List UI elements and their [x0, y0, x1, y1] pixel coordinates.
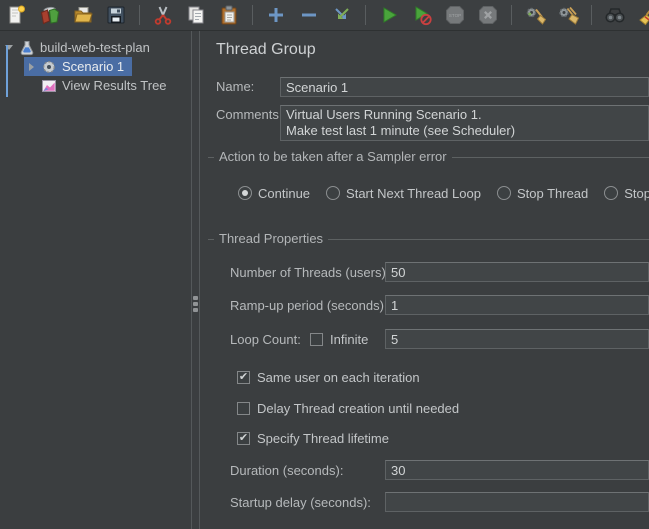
open-icon — [72, 4, 94, 26]
loop-count-label: Loop Count: — [230, 330, 301, 350]
delay-thread-creation-checkbox[interactable] — [237, 402, 250, 415]
toolbar-separator — [365, 5, 366, 25]
same-user-checkbox[interactable] — [237, 371, 250, 384]
cut-button[interactable] — [152, 4, 174, 26]
open-button[interactable] — [72, 4, 94, 26]
tree-item-label: Scenario 1 — [62, 59, 124, 74]
thread-group-panel: Thread Group Name: Comments: Virtual Use… — [200, 31, 649, 529]
comments-input[interactable]: Virtual Users Running Scenario 1. Make t… — [280, 105, 649, 141]
stop-test-radio[interactable]: Stop Test — [604, 186, 649, 201]
paste-button[interactable] — [218, 4, 240, 26]
reset-search-broom-icon — [637, 4, 649, 26]
splitter-grip-icon[interactable] — [193, 294, 198, 314]
jmeter-window: STOP ? 00:00:00 build-web-test-plan Scen… — [0, 0, 649, 529]
new-file-button[interactable] — [6, 4, 28, 26]
ramp-up-label: Ramp-up period (seconds): — [230, 296, 388, 316]
new-file-icon — [6, 4, 28, 26]
num-threads-input[interactable] — [385, 262, 649, 282]
plus-icon — [265, 4, 287, 26]
name-input[interactable] — [280, 77, 649, 97]
save-button[interactable] — [105, 4, 127, 26]
start-no-timers-icon — [411, 4, 433, 26]
page-title: Thread Group — [216, 41, 316, 59]
infinite-checkbox[interactable] — [310, 333, 323, 346]
radio-icon[interactable] — [604, 186, 618, 200]
minus-icon — [298, 4, 320, 26]
delay-thread-creation-row[interactable]: Delay Thread creation until needed — [237, 398, 459, 418]
copy-icon — [185, 4, 207, 26]
expand-all-button[interactable] — [265, 4, 287, 26]
templates-button[interactable] — [39, 4, 61, 26]
thread-properties-groupbox: Thread Properties — [208, 239, 649, 240]
test-plan-flask-icon — [19, 40, 35, 56]
toolbar-separator — [591, 5, 592, 25]
toolbar-separator — [139, 5, 140, 25]
specify-lifetime-checkbox[interactable] — [237, 432, 250, 445]
start-button[interactable] — [378, 4, 400, 26]
comments-label: Comments: — [216, 105, 282, 125]
ramp-up-input[interactable] — [385, 295, 649, 315]
toolbar-separator — [252, 5, 253, 25]
startup-delay-input[interactable] — [385, 492, 649, 512]
sampler-error-groupbox: Action to be taken after a Sampler error — [208, 157, 649, 158]
search-binoculars-icon — [604, 4, 626, 26]
clear-all-broom-icon — [557, 4, 579, 26]
results-tree-chart-icon — [41, 78, 57, 94]
start-next-thread-loop-radio[interactable]: Start Next Thread Loop — [326, 186, 481, 201]
radio-icon[interactable] — [497, 186, 511, 200]
duration-label: Duration (seconds): — [230, 461, 343, 481]
start-play-icon — [378, 4, 400, 26]
tree-item-label: build-web-test-plan — [40, 40, 150, 55]
toolbar-separator — [511, 5, 512, 25]
copy-button[interactable] — [185, 4, 207, 26]
loop-count-input[interactable] — [385, 329, 649, 349]
save-icon — [105, 4, 127, 26]
templates-icon — [39, 4, 61, 26]
continue-radio[interactable]: Continue — [238, 186, 310, 201]
duration-input[interactable] — [385, 460, 649, 480]
clear-button[interactable] — [524, 4, 546, 26]
infinite-label: Infinite — [330, 330, 368, 350]
startup-delay-label: Startup delay (seconds): — [230, 493, 371, 513]
toggle-arrows-icon — [331, 4, 353, 26]
toolbar: STOP ? 00:00:00 — [0, 0, 649, 31]
collapse-all-button[interactable] — [298, 4, 320, 26]
thread-properties-group-title: Thread Properties — [214, 231, 328, 246]
test-plan-tree: build-web-test-plan Scenario 1 View Resu… — [0, 31, 191, 529]
tree-item-label: View Results Tree — [62, 78, 167, 93]
tree-spacer — [26, 81, 36, 91]
same-user-row[interactable]: Same user on each iteration — [237, 367, 420, 387]
tree-item-view-results-tree[interactable]: View Results Tree — [24, 76, 191, 95]
num-threads-label: Number of Threads (users): — [230, 263, 389, 283]
specify-lifetime-row[interactable]: Specify Thread lifetime — [237, 428, 389, 448]
radio-icon[interactable] — [238, 186, 252, 200]
thread-group-gear-icon — [41, 59, 57, 75]
stop-octagon-icon: STOP — [444, 4, 466, 26]
radio-icon[interactable] — [326, 186, 340, 200]
shutdown-x-icon — [477, 4, 499, 26]
start-no-timers-button[interactable] — [411, 4, 433, 26]
clear-broom-icon — [524, 4, 546, 26]
reset-search-button[interactable] — [637, 4, 649, 26]
shutdown-button — [477, 4, 499, 26]
name-label: Name: — [216, 77, 254, 97]
tree-item-scenario-1[interactable]: Scenario 1 — [24, 57, 191, 76]
paste-clipboard-icon — [218, 4, 240, 26]
stop-button: STOP — [444, 4, 466, 26]
cut-scissors-icon — [152, 4, 174, 26]
panel-splitter[interactable] — [191, 31, 200, 529]
stop-thread-radio[interactable]: Stop Thread — [497, 186, 588, 201]
toggle-button[interactable] — [331, 4, 353, 26]
sampler-error-options: Continue Start Next Thread Loop Stop Thr… — [238, 183, 649, 203]
tree-guide-line — [6, 45, 8, 97]
sampler-error-group-title: Action to be taken after a Sampler error — [214, 149, 452, 164]
clear-all-button[interactable] — [557, 4, 579, 26]
expand-collapse-arrow-icon[interactable] — [26, 62, 36, 72]
svg-text:STOP: STOP — [449, 13, 461, 18]
search-button[interactable] — [604, 4, 626, 26]
tree-item-test-plan[interactable]: build-web-test-plan — [2, 38, 191, 57]
